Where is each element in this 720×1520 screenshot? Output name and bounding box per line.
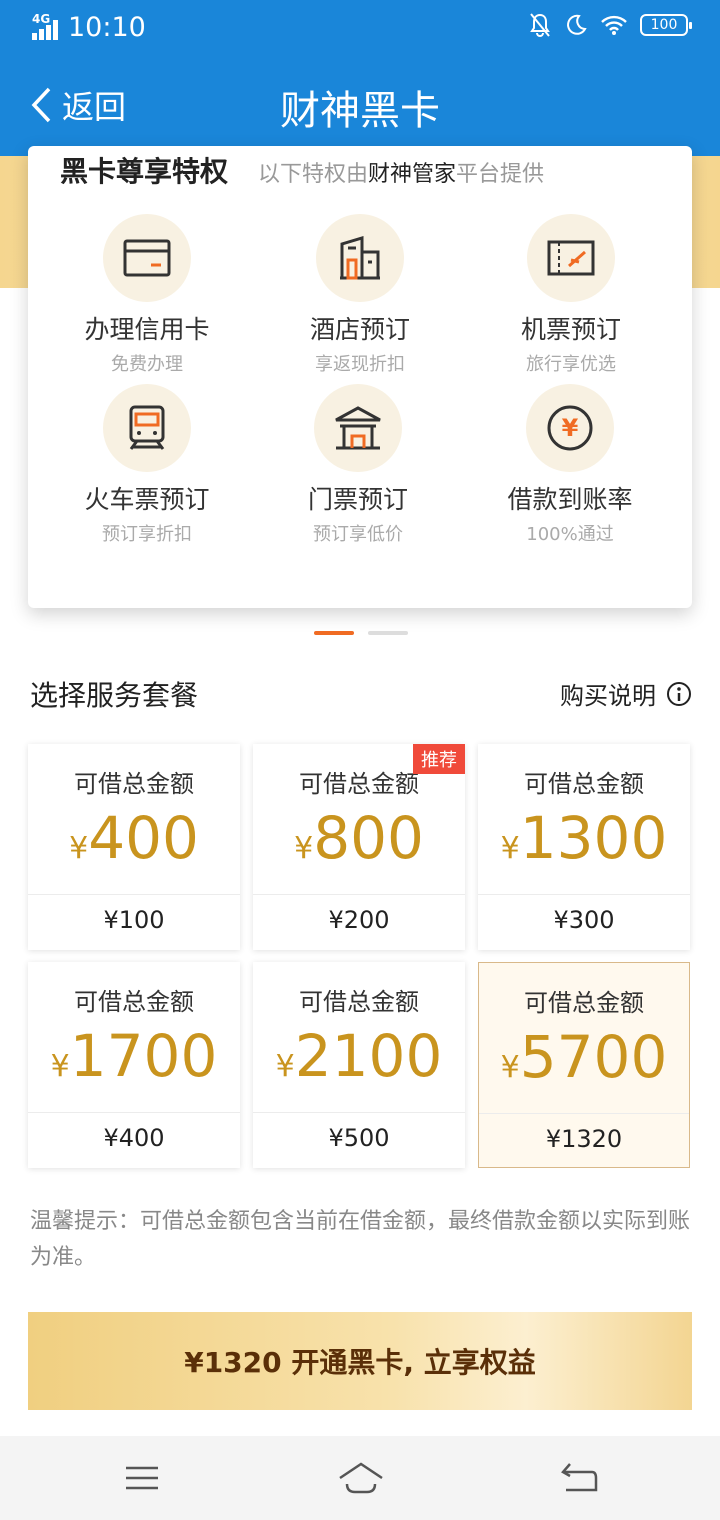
feature-desc: 免费办理 xyxy=(111,354,183,375)
feature-name: 火车票预订 xyxy=(84,485,210,514)
mute-bell-icon xyxy=(530,13,550,37)
privileges-card: 黑卡尊享特权 以下特权由财神管家平台提供 办理信用卡 免费办理 酒店预订 享返现… xyxy=(28,146,692,608)
moon-icon xyxy=(567,14,587,35)
train-icon xyxy=(103,384,191,472)
currency-symbol: ¥ xyxy=(275,1049,295,1084)
divider xyxy=(479,1113,689,1114)
wifi-icon xyxy=(601,15,627,35)
flight-ticket-icon xyxy=(527,214,615,302)
back-nav-icon[interactable] xyxy=(560,1460,600,1496)
package-amount: ¥5700 xyxy=(479,1021,689,1104)
carousel-dot-active[interactable] xyxy=(314,631,354,635)
divider xyxy=(253,894,465,895)
feature-desc: 旅行享优选 xyxy=(526,354,616,375)
package-fee: ¥300 xyxy=(553,906,615,934)
currency-symbol: ¥ xyxy=(50,1049,70,1084)
package-label: 可借总金额 xyxy=(524,989,644,1017)
recommend-badge: 推荐 xyxy=(413,744,465,774)
purchase-info-label: 购买说明 xyxy=(560,682,656,710)
amount-value: 1300 xyxy=(519,804,668,872)
status-time: 10:10 xyxy=(68,12,146,43)
feature-desc: 100%通过 xyxy=(526,524,614,545)
package-card[interactable]: 可借总金额 ¥400 ¥100 xyxy=(28,744,240,950)
feature-name: 酒店预订 xyxy=(309,315,410,344)
privileges-subtitle: 以下特权由财神管家平台提供 xyxy=(258,156,544,188)
package-card[interactable]: 可借总金额 ¥1700 ¥400 xyxy=(28,962,240,1168)
package-fee: ¥100 xyxy=(103,906,165,934)
privileges-header: 黑卡尊享特权 以下特权由财神管家平台提供 xyxy=(60,150,544,190)
feature-name: 机票预订 xyxy=(520,315,621,344)
package-amount: ¥400 xyxy=(28,802,240,885)
currency-symbol: ¥ xyxy=(500,1050,520,1085)
info-icon xyxy=(667,681,691,706)
amount-value: 1700 xyxy=(69,1022,218,1090)
feature-name: 办理信用卡 xyxy=(84,315,210,344)
pavilion-icon xyxy=(314,384,402,472)
package-amount: ¥1700 xyxy=(28,1020,240,1103)
status-icons: 100 xyxy=(528,12,692,38)
feature-loan-rate[interactable]: ¥ 借款到账率 100%通过 xyxy=(470,384,670,546)
feature-train[interactable]: 火车票预订 预订享折扣 xyxy=(47,384,247,546)
page-title: 财神黑卡 xyxy=(280,88,440,134)
package-amount: ¥800 xyxy=(253,802,465,885)
currency-symbol: ¥ xyxy=(500,831,520,866)
status-bar: 4G 10:10 100 xyxy=(0,0,720,56)
package-label: 可借总金额 xyxy=(299,988,419,1016)
carousel-dot[interactable] xyxy=(368,631,408,635)
package-card[interactable]: 可借总金额 ¥1300 ¥300 xyxy=(478,744,690,950)
privileges-title: 黑卡尊享特权 xyxy=(60,155,229,188)
divider xyxy=(478,894,690,895)
menu-icon[interactable] xyxy=(122,1460,162,1496)
signal-icon: 4G xyxy=(32,12,62,40)
system-nav-bar xyxy=(0,1436,720,1520)
package-fee: ¥1320 xyxy=(545,1125,623,1153)
feature-desc: 预订享低价 xyxy=(313,524,403,545)
tip-text: 温馨提示：可借总金额包含当前在借金额，最终借款金额以实际到账为准。 xyxy=(30,1209,691,1270)
package-fee: ¥500 xyxy=(328,1124,390,1152)
amount-value: 2100 xyxy=(294,1022,443,1090)
hotel-icon xyxy=(316,214,404,302)
package-amount: ¥2100 xyxy=(253,1020,465,1103)
amount-value: 800 xyxy=(313,804,424,872)
carousel-indicator xyxy=(314,631,408,635)
feature-ticket[interactable]: 门票预订 预订享低价 xyxy=(258,384,458,546)
feature-hotel[interactable]: 酒店预订 享返现折扣 xyxy=(260,214,460,376)
divider xyxy=(28,1112,240,1113)
feature-desc: 享返现折扣 xyxy=(315,354,405,375)
battery-indicator: 100 xyxy=(640,14,692,36)
packages-title: 选择服务套餐 xyxy=(30,679,199,712)
activate-black-card-button[interactable]: ¥1320 开通黑卡, 立享权益 xyxy=(28,1312,692,1410)
feature-desc: 预订享折扣 xyxy=(102,524,192,545)
package-card[interactable]: 可借总金额 ¥2100 ¥500 xyxy=(253,962,465,1168)
feature-flight[interactable]: 机票预订 旅行享优选 xyxy=(471,214,671,376)
currency-symbol: ¥ xyxy=(294,831,314,866)
subtitle-highlight: 财神管家 xyxy=(368,162,457,187)
package-label: 可借总金额 xyxy=(74,770,194,798)
divider xyxy=(253,1112,465,1113)
subtitle-suffix: 平台提供 xyxy=(456,162,545,187)
amount-value: 5700 xyxy=(519,1023,668,1091)
package-fee: ¥400 xyxy=(103,1124,165,1152)
package-card[interactable]: 可借总金额 推荐 ¥800 ¥200 xyxy=(253,744,465,950)
package-label: 可借总金额 xyxy=(74,988,194,1016)
purchase-info-link[interactable]: 购买说明 xyxy=(560,676,692,711)
yuan-coin-icon: ¥ xyxy=(526,384,614,472)
home-icon[interactable] xyxy=(338,1460,384,1496)
package-amount: ¥1300 xyxy=(478,802,690,885)
credit-card-icon xyxy=(103,214,191,302)
package-card-selected[interactable]: 可借总金额 ¥5700 ¥1320 xyxy=(478,962,690,1168)
package-fee: ¥200 xyxy=(328,906,390,934)
feature-credit-card[interactable]: 办理信用卡 免费办理 xyxy=(47,214,247,376)
currency-symbol: ¥ xyxy=(69,831,89,866)
package-label: 可借总金额 xyxy=(524,770,644,798)
network-type: 4G xyxy=(32,12,51,26)
subtitle-prefix: 以下特权由 xyxy=(258,162,369,187)
amount-value: 400 xyxy=(88,804,199,872)
feature-name: 门票预订 xyxy=(307,485,408,514)
svg-text:¥: ¥ xyxy=(562,414,579,442)
feature-name: 借款到账率 xyxy=(507,485,633,514)
app-header: 4G 10:10 100 返回 财神黑卡 xyxy=(0,0,720,156)
divider xyxy=(28,894,240,895)
